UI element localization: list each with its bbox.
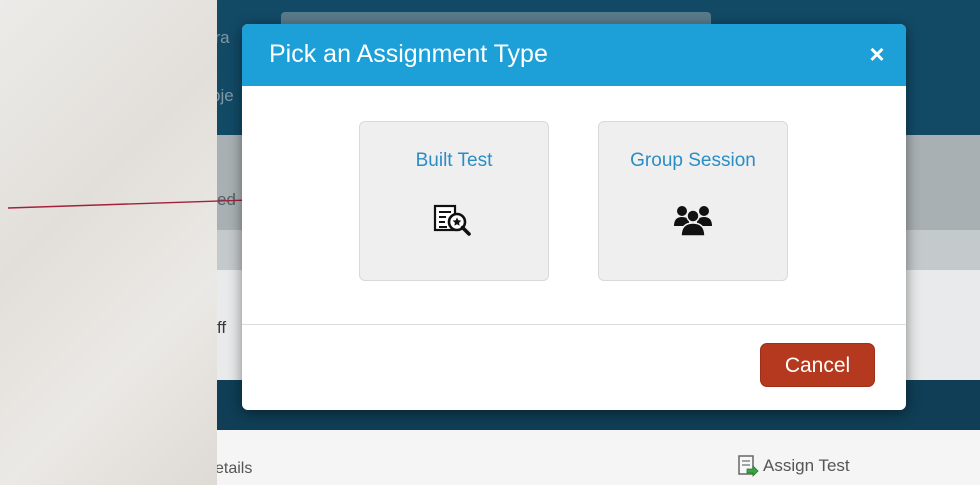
option-label: Group Session [630,150,756,171]
dialog-header: Pick an Assignment Type × [242,24,906,86]
dialog-footer-divider [242,324,906,325]
option-label: Built Test [415,150,493,171]
cancel-button[interactable]: Cancel [760,343,875,387]
close-icon[interactable]: × [864,41,890,67]
group-users-icon [673,202,713,243]
built-test-option[interactable]: Built Test [359,121,549,281]
assignment-type-dialog: Pick an Assignment Type × Built Test Gro… [242,24,906,410]
document-search-icon [433,202,473,243]
group-session-option[interactable]: Group Session [598,121,788,281]
dialog-title: Pick an Assignment Type [269,40,548,68]
